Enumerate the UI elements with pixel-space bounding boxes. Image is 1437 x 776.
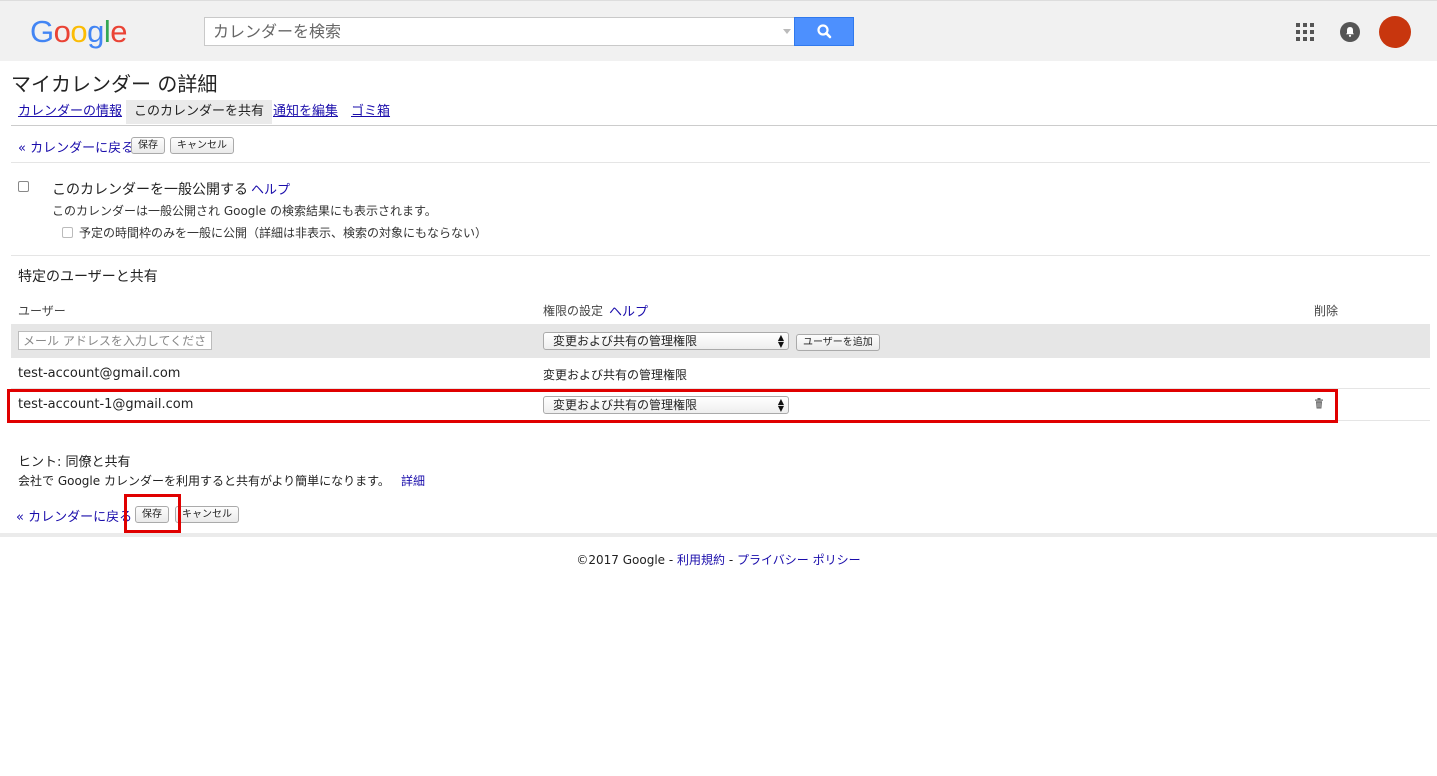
hint-text: 会社で Google カレンダーを利用すると共有がより簡単になります。 bbox=[18, 474, 390, 488]
add-user-button[interactable]: ユーザーを追加 bbox=[796, 334, 880, 351]
cancel-button-top[interactable]: キャンセル bbox=[170, 137, 234, 154]
shared-user-permission: 変更および共有の管理権限 bbox=[543, 368, 688, 382]
search-box bbox=[204, 17, 795, 46]
hint-details-link[interactable]: 詳細 bbox=[401, 472, 425, 489]
highlight-box-shared-row bbox=[7, 389, 1338, 423]
footer-divider bbox=[0, 533, 1437, 537]
tab-calendar-info[interactable]: カレンダーの情報 bbox=[18, 104, 122, 120]
search-icon bbox=[817, 24, 832, 39]
column-header-user: ユーザー bbox=[18, 304, 66, 318]
shared-user-email: test-account@gmail.com bbox=[18, 366, 181, 381]
search-input[interactable] bbox=[205, 18, 773, 45]
footer: ©2017 Google - 利用規約 - プライバシー ポリシー bbox=[0, 551, 1437, 568]
public-help-link[interactable]: ヘルプ bbox=[251, 179, 290, 198]
footer-copyright: ©2017 Google bbox=[576, 553, 666, 567]
top-bar: Google bbox=[0, 0, 1437, 61]
privacy-policy-link[interactable]: プライバシー ポリシー bbox=[737, 553, 861, 567]
select-arrows-icon: ▲ ▼ bbox=[777, 333, 784, 349]
free-busy-only-checkbox[interactable] bbox=[62, 227, 73, 238]
footer-separator: - bbox=[668, 553, 674, 567]
public-description: このカレンダーは一般公開され Google の検索結果にも表示されます。 bbox=[52, 204, 437, 218]
divider bbox=[11, 255, 1430, 256]
tab-trash[interactable]: ゴミ箱 bbox=[351, 104, 390, 120]
share-specific-title: 特定のユーザーと共有 bbox=[18, 269, 158, 285]
google-logo[interactable]: Google bbox=[30, 15, 128, 49]
divider bbox=[11, 162, 1430, 163]
back-to-calendar-link-bottom[interactable]: « カレンダーに戻る bbox=[16, 506, 132, 525]
tab-share-calendar[interactable]: このカレンダーを共有 bbox=[126, 100, 273, 124]
make-public-checkbox[interactable] bbox=[18, 181, 29, 192]
footer-separator: - bbox=[728, 553, 734, 567]
search-dropdown-icon[interactable] bbox=[783, 29, 791, 34]
apps-grid-icon[interactable] bbox=[1296, 23, 1314, 41]
back-to-calendar-link[interactable]: « カレンダーに戻る bbox=[18, 137, 134, 156]
tabs-divider bbox=[11, 125, 1437, 126]
notifications-bell-icon[interactable] bbox=[1340, 22, 1360, 42]
search-button[interactable] bbox=[794, 17, 854, 46]
column-header-delete: 削除 bbox=[1314, 304, 1339, 318]
page-title: マイカレンダー の詳細 bbox=[11, 72, 218, 96]
hint-title: ヒント: 同僚と共有 bbox=[18, 455, 131, 470]
new-user-permission-value: 変更および共有の管理権限 bbox=[553, 334, 698, 348]
make-public-label: このカレンダーを一般公開する bbox=[52, 182, 248, 198]
email-address-input[interactable] bbox=[18, 331, 212, 350]
column-header-permission: 権限の設定 bbox=[543, 304, 604, 318]
account-avatar[interactable] bbox=[1379, 16, 1411, 48]
permission-help-link[interactable]: ヘルプ bbox=[609, 301, 648, 320]
new-user-permission-select[interactable]: 変更および共有の管理権限 ▲ ▼ bbox=[543, 332, 789, 350]
highlight-box-save bbox=[124, 494, 181, 533]
cancel-button-bottom[interactable]: キャンセル bbox=[175, 506, 239, 523]
tab-edit-notifications[interactable]: 通知を編集 bbox=[273, 104, 338, 120]
save-button-top[interactable]: 保存 bbox=[131, 137, 165, 154]
terms-link[interactable]: 利用規約 bbox=[677, 553, 725, 567]
free-busy-only-label: 予定の時間枠のみを一般に公開（詳細は非表示、検索の対象にもならない） bbox=[79, 226, 488, 240]
